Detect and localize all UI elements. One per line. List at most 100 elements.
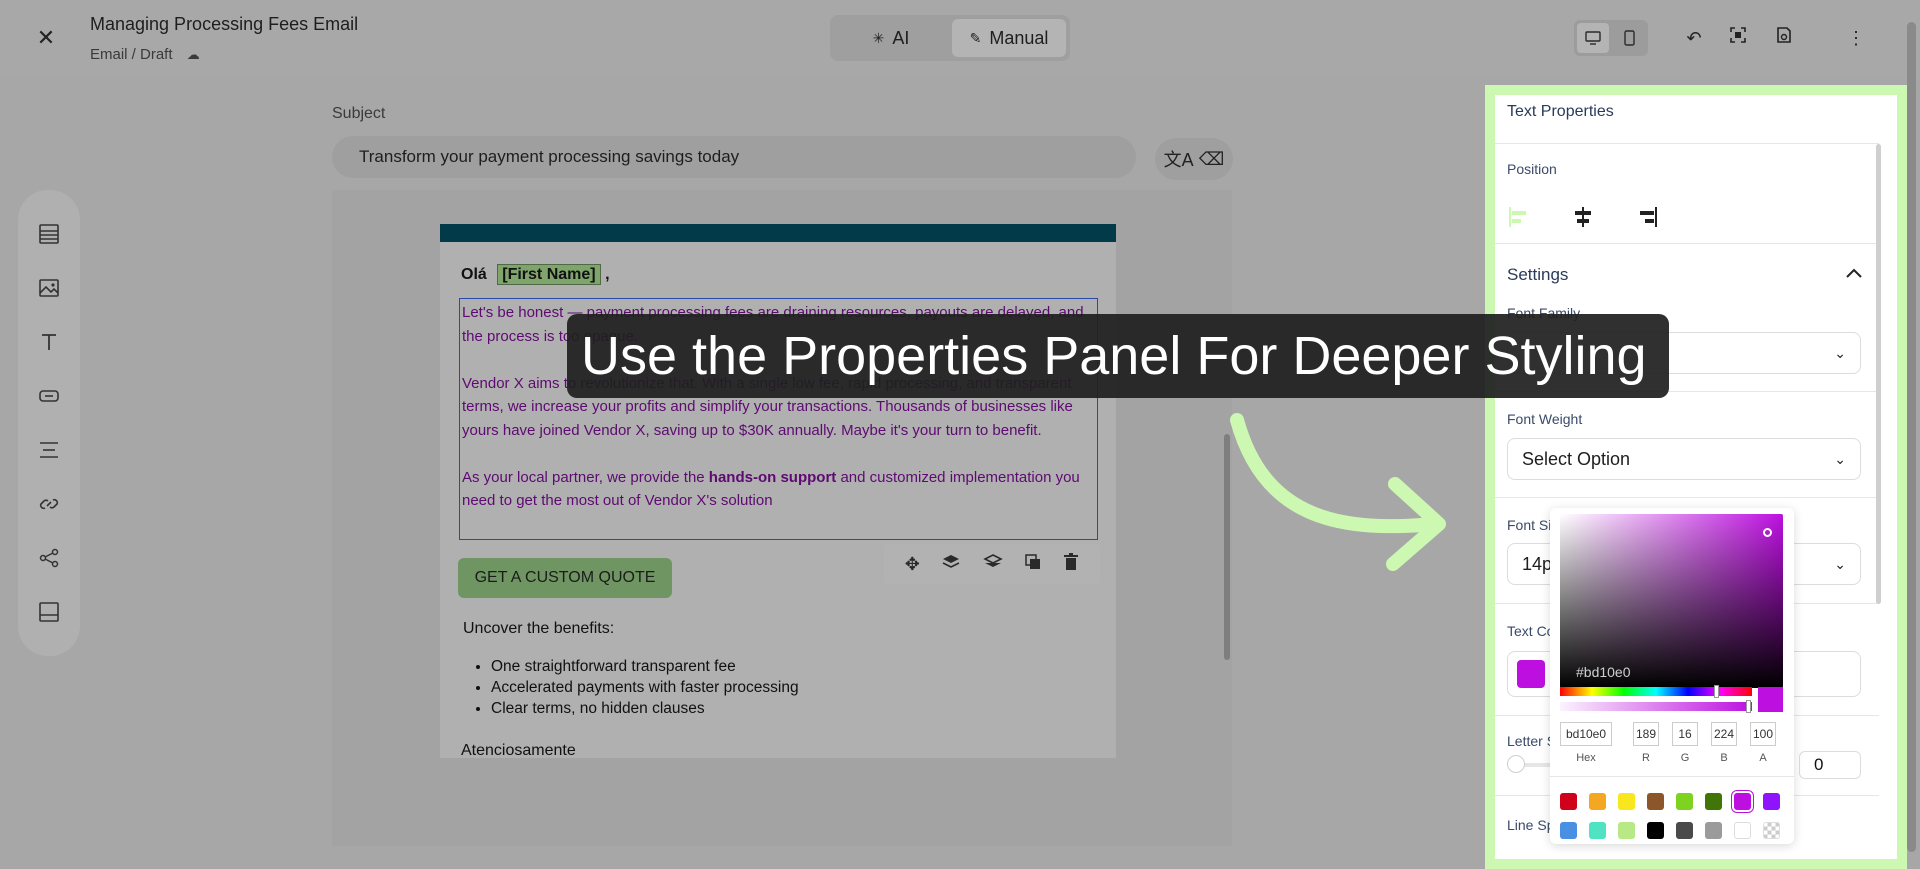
font-weight-label: Font Weight bbox=[1507, 411, 1583, 427]
chevron-down-icon: ⌄ bbox=[1834, 345, 1846, 361]
subject-actions: 文A ⌫ bbox=[1155, 138, 1233, 180]
list-item: Clear terms, no hidden clauses bbox=[491, 698, 799, 719]
cloud-sync-icon: ☁ bbox=[186, 47, 200, 62]
green-label: G bbox=[1680, 752, 1690, 764]
text-block-icon[interactable] bbox=[37, 330, 61, 354]
color-preset-swatch[interactable] bbox=[1734, 822, 1751, 839]
link-block-icon[interactable] bbox=[37, 492, 61, 516]
chevron-down-icon: ⌄ bbox=[1834, 556, 1846, 572]
subject-label: Subject bbox=[332, 105, 386, 122]
undo-icon[interactable]: ↶ bbox=[1682, 26, 1706, 50]
settings-heading[interactable]: Settings bbox=[1507, 265, 1568, 285]
breadcrumb-text: Email / Draft bbox=[90, 46, 173, 63]
alpha-input[interactable]: 100 bbox=[1750, 722, 1776, 746]
more-options-icon[interactable]: ⋮ bbox=[1844, 26, 1868, 50]
eraser-icon[interactable]: ⌫ bbox=[1199, 149, 1224, 170]
ai-mode-label: AI bbox=[892, 27, 910, 48]
color-preset-swatch[interactable] bbox=[1560, 793, 1577, 810]
fit-screen-icon[interactable] bbox=[1726, 26, 1750, 50]
greeting-line[interactable]: Olá [First Name] , bbox=[461, 264, 610, 285]
hex-input[interactable]: bd10e0 bbox=[1560, 722, 1612, 746]
mobile-icon bbox=[1623, 30, 1635, 46]
panel-scrollbar[interactable] bbox=[1876, 144, 1881, 604]
color-preset-swatch[interactable] bbox=[1618, 793, 1635, 810]
color-preset-swatch[interactable] bbox=[1734, 793, 1751, 810]
align-right-icon[interactable] bbox=[1635, 205, 1659, 229]
hue-slider[interactable] bbox=[1560, 687, 1752, 696]
chevron-up-icon[interactable] bbox=[1845, 263, 1863, 284]
color-preset-swatch[interactable] bbox=[1705, 822, 1722, 839]
saturation-handle[interactable] bbox=[1763, 528, 1772, 537]
merge-tag-first-name[interactable]: [First Name] bbox=[497, 264, 601, 285]
duplicate-icon[interactable] bbox=[1024, 553, 1042, 576]
hex-label: Hex bbox=[1576, 752, 1596, 764]
color-preset-swatch[interactable] bbox=[1589, 822, 1606, 839]
benefits-list[interactable]: One straightforward transparent fee Acce… bbox=[475, 656, 799, 719]
red-input[interactable]: 189 bbox=[1633, 722, 1659, 746]
alpha-handle[interactable] bbox=[1746, 700, 1751, 713]
divider bbox=[1495, 243, 1879, 244]
tutorial-callout: Use the Properties Panel For Deeper Styl… bbox=[567, 314, 1669, 398]
move-icon[interactable]: ✥ bbox=[905, 554, 920, 575]
hex-preview-text: #bd10e0 bbox=[1576, 664, 1631, 680]
saturation-value-area[interactable] bbox=[1560, 514, 1783, 688]
button-block-icon[interactable] bbox=[37, 384, 61, 408]
color-preset-swatch[interactable] bbox=[1647, 793, 1664, 810]
hue-handle[interactable] bbox=[1714, 685, 1719, 698]
save-settings-icon[interactable] bbox=[1772, 26, 1796, 50]
desktop-view-button[interactable] bbox=[1577, 23, 1609, 53]
page-scrollbar[interactable] bbox=[1907, 22, 1916, 852]
image-block-icon[interactable] bbox=[37, 276, 61, 300]
align-center-icon[interactable] bbox=[1571, 205, 1595, 229]
text-color-swatch[interactable] bbox=[1517, 660, 1545, 688]
letter-spacing-slider[interactable] bbox=[1507, 755, 1525, 773]
paragraph-3: As your local partner, we provide the ha… bbox=[462, 466, 1095, 513]
blue-input[interactable]: 224 bbox=[1711, 722, 1737, 746]
chevron-down-icon: ⌄ bbox=[1834, 451, 1846, 467]
color-preset-swatch[interactable] bbox=[1560, 822, 1577, 839]
letter-spacing-input[interactable]: 0 bbox=[1799, 751, 1861, 779]
cta-button[interactable]: GET A CUSTOM QUOTE bbox=[458, 558, 672, 598]
font-weight-select[interactable]: Select Option ⌄ bbox=[1507, 438, 1861, 480]
green-input[interactable]: 16 bbox=[1672, 722, 1698, 746]
footer-block-icon[interactable] bbox=[37, 600, 61, 624]
social-block-icon[interactable] bbox=[37, 546, 61, 570]
greeting-suffix: , bbox=[605, 266, 610, 283]
font-weight-value: Select Option bbox=[1522, 449, 1631, 469]
color-preset-swatch[interactable] bbox=[1676, 822, 1693, 839]
color-preset-swatch[interactable] bbox=[1618, 822, 1635, 839]
spacer-block-icon[interactable] bbox=[37, 438, 61, 462]
device-toggle bbox=[1574, 20, 1648, 56]
layer-up-icon[interactable] bbox=[941, 553, 961, 576]
columns-block-icon[interactable] bbox=[37, 222, 61, 246]
blue-label: B bbox=[1720, 752, 1728, 764]
translate-icon[interactable]: 文A bbox=[1164, 146, 1194, 172]
email-header-bar[interactable] bbox=[440, 224, 1116, 242]
closing-text[interactable]: Atenciosamente bbox=[461, 742, 576, 760]
color-preset-swatch[interactable] bbox=[1763, 793, 1780, 810]
delete-icon[interactable] bbox=[1063, 552, 1079, 576]
divider bbox=[1550, 776, 1794, 777]
align-left-icon[interactable] bbox=[1507, 205, 1531, 229]
subject-input[interactable]: Transform your payment processing saving… bbox=[332, 136, 1136, 178]
top-bar: ✕ Managing Processing Fees Email Email /… bbox=[0, 0, 1920, 76]
mobile-view-button[interactable] bbox=[1613, 23, 1645, 53]
block-toolbox bbox=[18, 190, 80, 656]
layer-down-icon[interactable] bbox=[982, 553, 1003, 576]
color-preset-swatch[interactable] bbox=[1647, 822, 1664, 839]
alpha-label: A bbox=[1759, 752, 1767, 764]
manual-mode-button[interactable]: ✎ Manual bbox=[952, 19, 1066, 57]
color-preset-swatch[interactable] bbox=[1589, 793, 1606, 810]
manual-mode-label: Manual bbox=[989, 27, 1049, 48]
close-icon[interactable]: ✕ bbox=[34, 26, 58, 50]
desktop-icon bbox=[1585, 31, 1601, 45]
color-preset-swatch[interactable] bbox=[1763, 822, 1780, 839]
block-actions-toolbar: ✥ bbox=[884, 544, 1100, 584]
breadcrumb: Email / Draft ☁ bbox=[90, 46, 200, 63]
benefits-heading[interactable]: Uncover the benefits: bbox=[463, 620, 614, 638]
red-label: R bbox=[1642, 752, 1650, 764]
color-preset-swatch[interactable] bbox=[1676, 793, 1693, 810]
alpha-slider[interactable] bbox=[1560, 702, 1752, 711]
ai-mode-button[interactable]: ✳ AI bbox=[834, 19, 948, 57]
color-preset-swatch[interactable] bbox=[1705, 793, 1722, 810]
